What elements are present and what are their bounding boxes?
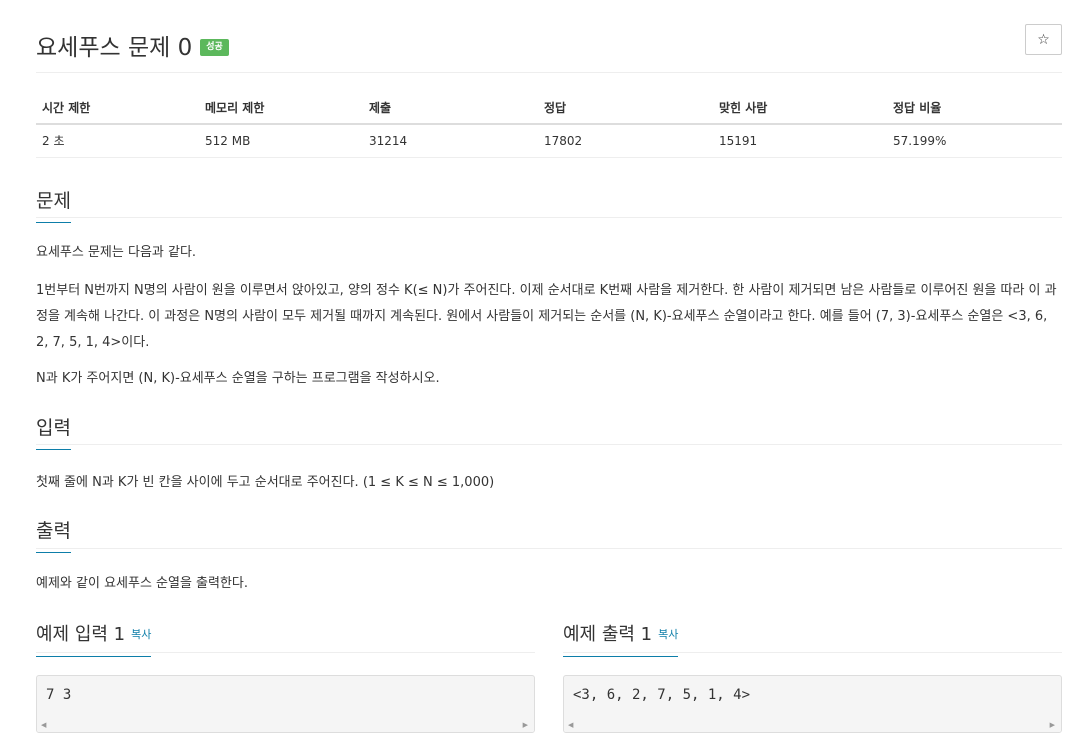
status-badge: 성공	[200, 38, 229, 56]
scroll-right-arrow-icon[interactable]: ▶	[523, 721, 528, 729]
problem-header: 요세푸스 문제 0 성공	[36, 28, 229, 62]
page-title: 요세푸스 문제 0	[36, 35, 193, 61]
sample-input-divider	[36, 652, 535, 653]
sample-input-box[interactable]: 7 3 ◀ ▶	[36, 675, 535, 733]
value-ratio: 57.199%	[887, 124, 1062, 158]
sample-input-content: 7 3	[46, 687, 72, 703]
problem-section-divider	[36, 217, 1062, 218]
scroll-left-arrow-icon[interactable]: ◀	[41, 721, 46, 729]
sample-input-title-text: 예제 입력 1	[36, 624, 126, 645]
problem-info-table: 시간 제한 메모리 제한 제출 정답 맞힌 사람 정답 비율 2 초 512 M…	[36, 92, 1062, 158]
input-section-divider	[36, 444, 1062, 445]
value-memory-limit: 512 MB	[199, 124, 363, 158]
value-solved-users: 15191	[713, 124, 887, 158]
star-icon: ☆	[1037, 31, 1050, 48]
header-submissions: 제출	[363, 92, 538, 125]
problem-paragraph: 요세푸스 문제는 다음과 같다.	[36, 245, 197, 260]
header-memory-limit: 메모리 제한	[199, 92, 363, 125]
info-table-header-row: 시간 제한 메모리 제한 제출 정답 맞힌 사람 정답 비율	[36, 92, 1062, 125]
header-time-limit: 시간 제한	[36, 92, 199, 125]
value-accepted: 17802	[538, 124, 713, 158]
sample-input-scrollbar[interactable]: ◀ ▶	[37, 718, 534, 732]
output-section-divider	[36, 548, 1062, 549]
header-solved-users: 맞힌 사람	[713, 92, 887, 125]
info-table-row: 2 초 512 MB 31214 17802 15191 57.199%	[36, 124, 1062, 158]
sample-output-content: <3, 6, 2, 7, 5, 1, 4>	[573, 687, 751, 703]
sample-output-copy-button[interactable]: 복사	[658, 628, 678, 641]
sample-output-divider	[563, 652, 1062, 653]
problem-paragraph: 1번부터 N번까지 N명의 사람이 원을 이루면서 앉아있고, 양의 정수 K(…	[36, 283, 1057, 350]
problem-paragraph: N과 K가 주어지면 (N, K)-요세푸스 순열을 구하는 프로그램을 작성하…	[36, 371, 440, 386]
sample-output-scrollbar[interactable]: ◀ ▶	[564, 718, 1061, 732]
scroll-right-arrow-icon[interactable]: ▶	[1050, 721, 1055, 729]
header-ratio: 정답 비율	[887, 92, 1062, 125]
value-time-limit: 2 초	[36, 124, 199, 158]
sample-input-copy-button[interactable]: 복사	[131, 628, 151, 641]
sample-output-box[interactable]: <3, 6, 2, 7, 5, 1, 4> ◀ ▶	[563, 675, 1062, 733]
star-button[interactable]: ☆	[1025, 24, 1062, 55]
header-accepted: 정답	[538, 92, 713, 125]
value-submissions[interactable]: 31214	[363, 124, 538, 158]
header-divider	[36, 72, 1062, 73]
sample-output-title-text: 예제 출력 1	[563, 624, 653, 645]
output-description: 예제와 같이 요세푸스 순열을 출력한다.	[36, 576, 249, 591]
scroll-left-arrow-icon[interactable]: ◀	[568, 721, 573, 729]
input-description: 첫째 줄에 N과 K가 빈 칸을 사이에 두고 순서대로 주어진다. (1 ≤ …	[36, 475, 495, 490]
